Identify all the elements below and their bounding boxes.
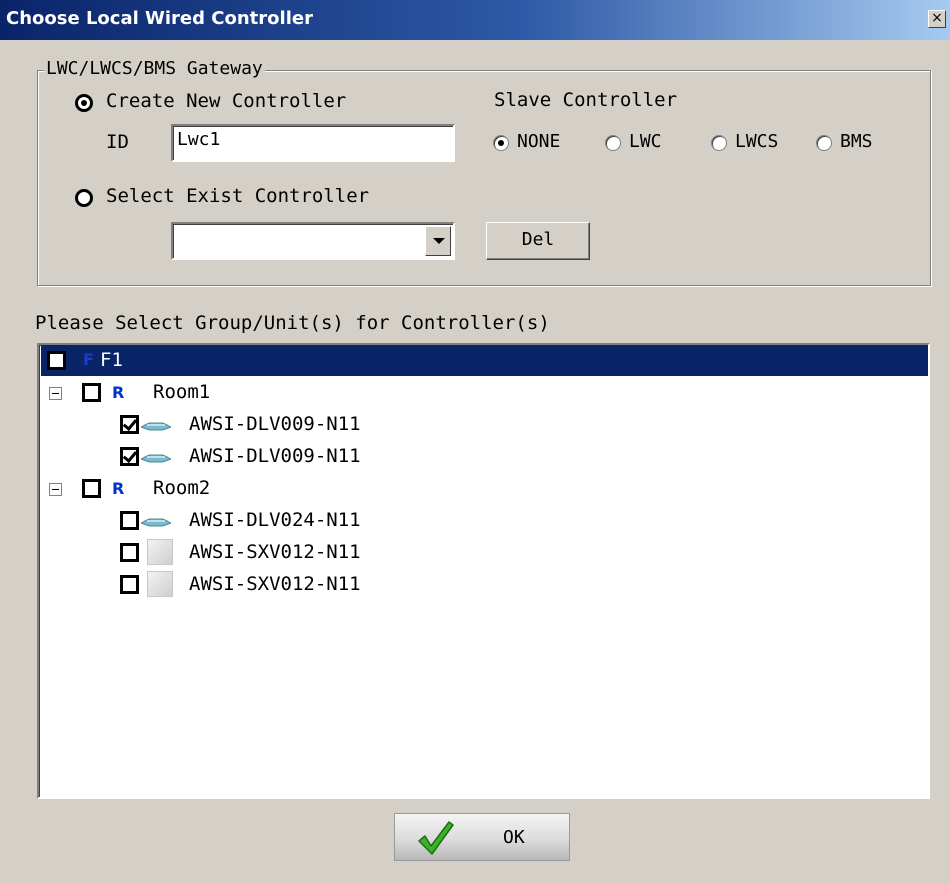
gateway-group-title: LWC/LWCS/BMS Gateway: [44, 58, 265, 79]
indoor-unit-icon: [141, 454, 171, 463]
select-exist-label: Select Exist Controller: [106, 185, 370, 207]
unit-checkbox[interactable]: [120, 575, 139, 594]
slave-lwcs-label: LWCS: [735, 131, 779, 152]
existing-controller-dropdown[interactable]: [171, 222, 455, 260]
id-input-value: Lwc1: [177, 129, 221, 150]
close-button[interactable]: ×: [928, 10, 946, 28]
wall-unit-icon: [147, 539, 173, 565]
slave-none-radio[interactable]: [493, 135, 509, 151]
unit-label: AWSI-DLV024-N11: [189, 509, 361, 531]
room-icon: R: [112, 479, 125, 498]
wall-unit-icon: [147, 571, 173, 597]
floor-checkbox[interactable]: [47, 351, 66, 370]
tree-row-unit[interactable]: AWSI-SXV012-N11: [41, 569, 928, 600]
unit-checkbox[interactable]: [120, 543, 139, 562]
slave-lwc-radio[interactable]: [605, 135, 621, 151]
slave-lwcs-radio[interactable]: [711, 135, 727, 151]
chevron-down-icon[interactable]: [425, 226, 451, 256]
collapse-icon[interactable]: [49, 387, 62, 400]
slave-lwc-label: LWC: [629, 131, 662, 152]
room-checkbox[interactable]: [82, 383, 101, 402]
unit-checkbox[interactable]: [120, 511, 139, 530]
close-icon: ×: [931, 10, 943, 26]
indoor-unit-icon: [141, 422, 171, 431]
floor-label: F1: [100, 349, 123, 371]
slave-bms-label: BMS: [840, 131, 873, 152]
select-exist-radio[interactable]: [75, 189, 93, 207]
room-checkbox[interactable]: [82, 479, 101, 498]
unit-checkbox[interactable]: [120, 415, 139, 434]
create-new-label: Create New Controller: [106, 90, 347, 112]
room-label: Room1: [153, 381, 211, 403]
collapse-icon[interactable]: [49, 483, 62, 496]
tree-row-room[interactable]: R Room2: [41, 473, 928, 504]
indoor-unit-icon: [141, 518, 171, 527]
unit-label: AWSI-DLV009-N11: [189, 445, 361, 467]
tree-row-unit[interactable]: AWSI-DLV024-N11: [41, 505, 928, 536]
floor-icon: F: [83, 350, 94, 369]
create-new-radio[interactable]: [75, 94, 93, 112]
del-button-label: Del: [521, 229, 555, 250]
tree-row-floor[interactable]: F F1: [41, 345, 928, 376]
tree-row-unit[interactable]: AWSI-SXV012-N11: [41, 537, 928, 568]
tree-row-unit[interactable]: AWSI-DLV009-N11: [41, 441, 928, 472]
room-icon: R: [112, 383, 125, 402]
tree-row-unit[interactable]: AWSI-DLV009-N11: [41, 409, 928, 440]
tree-prompt: Please Select Group/Unit(s) for Controll…: [35, 312, 550, 334]
unit-label: AWSI-DLV009-N11: [189, 413, 361, 435]
ok-button-label: OK: [503, 827, 525, 848]
unit-label: AWSI-SXV012-N11: [189, 573, 361, 595]
id-label: ID: [106, 131, 129, 153]
title-bar: Choose Local Wired Controller ×: [0, 0, 950, 40]
group-unit-tree[interactable]: F F1 R Room1 AWSI-DLV009-N11 AWSI-DLV009…: [37, 343, 930, 799]
room-label: Room2: [153, 477, 211, 499]
id-input[interactable]: Lwc1: [171, 124, 455, 162]
ok-button[interactable]: OK: [394, 813, 570, 861]
checkmark-icon: [418, 821, 454, 855]
unit-label: AWSI-SXV012-N11: [189, 541, 361, 563]
tree-row-room[interactable]: R Room1: [41, 377, 928, 408]
slave-bms-radio[interactable]: [816, 135, 832, 151]
window-title: Choose Local Wired Controller: [6, 8, 313, 29]
del-button[interactable]: Del: [486, 222, 590, 260]
slave-controller-title: Slave Controller: [494, 89, 678, 111]
slave-none-label: NONE: [517, 131, 561, 152]
unit-checkbox[interactable]: [120, 447, 139, 466]
